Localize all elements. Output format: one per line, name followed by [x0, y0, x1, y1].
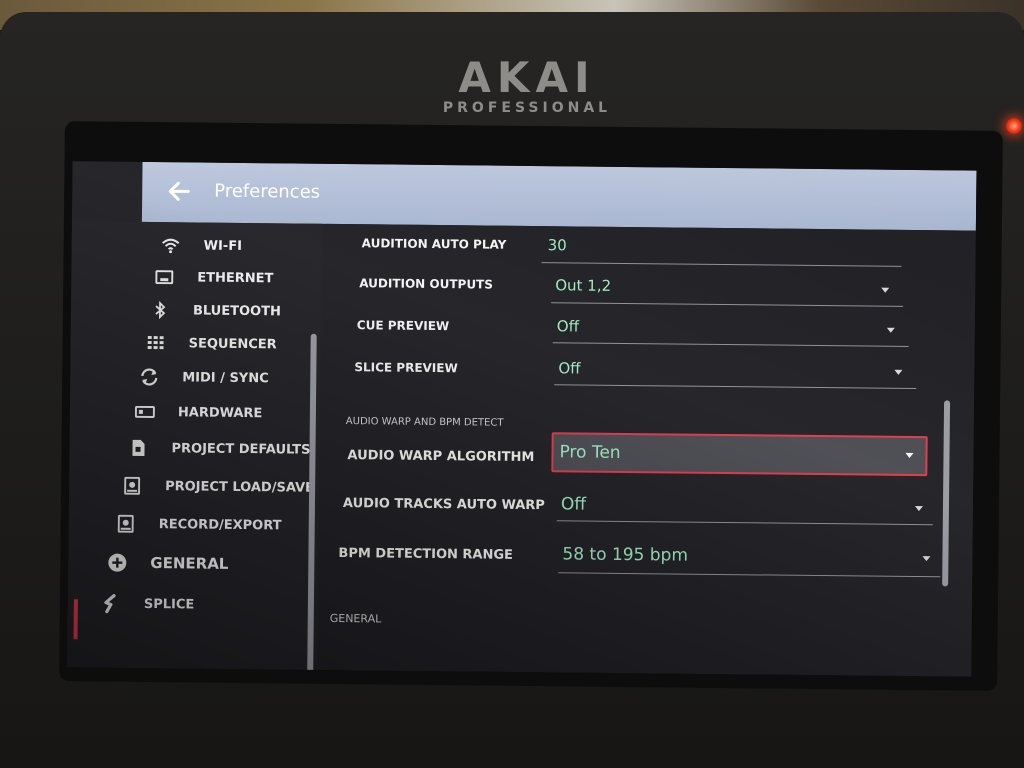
setting-label-audition-auto-play: AUDITION AUTO PLAY: [361, 236, 507, 252]
setting-label-slice-preview: SLICE PREVIEW: [354, 360, 458, 376]
chevron-down-icon: [905, 452, 914, 459]
sidebar-item-hardware[interactable]: HARDWARE: [134, 397, 263, 428]
field-underline: [558, 572, 941, 578]
sidebar-item-label: ETHERNET: [197, 269, 274, 286]
audio-tracks-auto-warp-dropdown[interactable]: Off: [561, 494, 586, 514]
page-title: Preferences: [214, 180, 321, 203]
brand-logo: AKAI PROFESSIONAL: [412, 53, 642, 117]
settings-scrollbar[interactable]: [942, 400, 951, 587]
sidebar-item-label: BLUETOOTH: [192, 302, 281, 319]
sidebar-item-label: GENERAL: [150, 554, 229, 573]
sidebar-item-sequencer[interactable]: SEQUENCER: [144, 328, 277, 359]
chevron-down-icon[interactable]: [894, 369, 903, 375]
sidebar-item-splice[interactable]: SPLICE: [100, 588, 195, 619]
sidebar-item-bluetooth[interactable]: BLUETOOTH: [149, 295, 281, 326]
audio-warp-algorithm-dropdown[interactable]: Pro Ten: [551, 432, 928, 477]
disk-icon: [121, 475, 143, 497]
bluetooth-icon: [149, 299, 171, 321]
sidebar-item-label: PROJECT DEFAULTS: [171, 440, 311, 458]
touch-screen: Preferences WI-FI ETHERNET BLUETOOTH SEQ…: [67, 161, 977, 677]
sidebar-item-project-defaults[interactable]: PROJECT DEFAULTS: [127, 433, 310, 465]
ethernet-icon: [153, 266, 175, 288]
setting-label-audio-warp-algorithm: AUDIO WARP ALGORITHM: [347, 448, 535, 466]
power-led: [1006, 118, 1022, 134]
setting-label-bpm-detection-range: BPM DETECTION RANGE: [338, 545, 514, 563]
sidebar-item-label: MIDI / SYNC: [182, 369, 269, 386]
sidebar-item-label: PROJECT LOAD/SAVE: [165, 478, 315, 496]
field-underline: [551, 302, 904, 307]
wifi-icon: [160, 234, 182, 256]
chevron-down-icon[interactable]: [914, 506, 923, 512]
brand-name: AKAI: [458, 53, 596, 102]
splice-icon: [100, 592, 122, 614]
sidebar-scrollbar[interactable]: [306, 333, 317, 677]
setting-label-audio-tracks-auto-warp: AUDIO TRACKS AUTO WARP: [342, 496, 545, 514]
setting-label-cue-preview: CUE PREVIEW: [356, 318, 450, 334]
disk-icon: [115, 513, 137, 535]
section-header-audio-warp: AUDIO WARP AND BPM DETECT: [345, 416, 504, 429]
chevron-down-icon[interactable]: [922, 556, 931, 562]
sync-icon: [138, 366, 160, 388]
sidebar-item-project-load-save[interactable]: PROJECT LOAD/SAVE: [121, 471, 314, 503]
field-underline: [541, 262, 902, 267]
active-indicator: [73, 599, 78, 640]
sidebar-item-label: SPLICE: [143, 596, 195, 612]
sidebar-item-record-export[interactable]: RECORD/EXPORT: [115, 509, 282, 541]
sidebar-item-general[interactable]: GENERAL: [106, 548, 229, 579]
slice-preview-dropdown[interactable]: Off: [558, 359, 580, 377]
field-underline: [554, 384, 917, 390]
sidebar-item-midi-sync[interactable]: MIDI / SYNC: [138, 362, 269, 393]
sidebar-item-label: RECORD/EXPORT: [158, 516, 282, 533]
title-bar: Preferences: [141, 161, 977, 231]
document-icon: [127, 437, 149, 459]
setting-label-audition-outputs: AUDITION OUTPUTS: [359, 276, 494, 292]
section-header-general: GENERAL: [329, 611, 382, 626]
cue-preview-dropdown[interactable]: Off: [557, 317, 579, 335]
plus-circle-icon: [106, 552, 128, 574]
arrow-left-icon[interactable]: [166, 178, 192, 204]
bpm-detection-range-dropdown[interactable]: 58 to 195 bpm: [562, 544, 688, 565]
audition-auto-play-value[interactable]: 30: [548, 236, 567, 254]
brand-subtitle: PROFESSIONAL: [442, 100, 612, 116]
audio-warp-algorithm-value: Pro Ten: [559, 442, 621, 463]
chevron-down-icon[interactable]: [886, 327, 895, 333]
settings-panel: AUDITION AUTO PLAY 30 AUDITION OUTPUTS O…: [321, 223, 976, 677]
audition-outputs-dropdown[interactable]: Out 1,2: [555, 276, 611, 295]
chevron-down-icon[interactable]: [881, 287, 890, 293]
field-underline: [556, 520, 933, 526]
grid-icon: [145, 332, 167, 354]
hardware-icon: [134, 401, 156, 423]
sidebar-item-wifi[interactable]: WI-FI: [160, 230, 243, 261]
sidebar-item-label: SEQUENCER: [188, 335, 277, 352]
sidebar-item-ethernet[interactable]: ETHERNET: [153, 262, 274, 293]
sidebar-item-label: HARDWARE: [177, 404, 263, 421]
sidebar-item-label: WI-FI: [203, 238, 243, 254]
field-underline: [552, 342, 909, 347]
screen-bezel: Preferences WI-FI ETHERNET BLUETOOTH SEQ…: [59, 121, 1003, 691]
preferences-sidebar: WI-FI ETHERNET BLUETOOTH SEQUENCER MIDI …: [67, 221, 322, 677]
